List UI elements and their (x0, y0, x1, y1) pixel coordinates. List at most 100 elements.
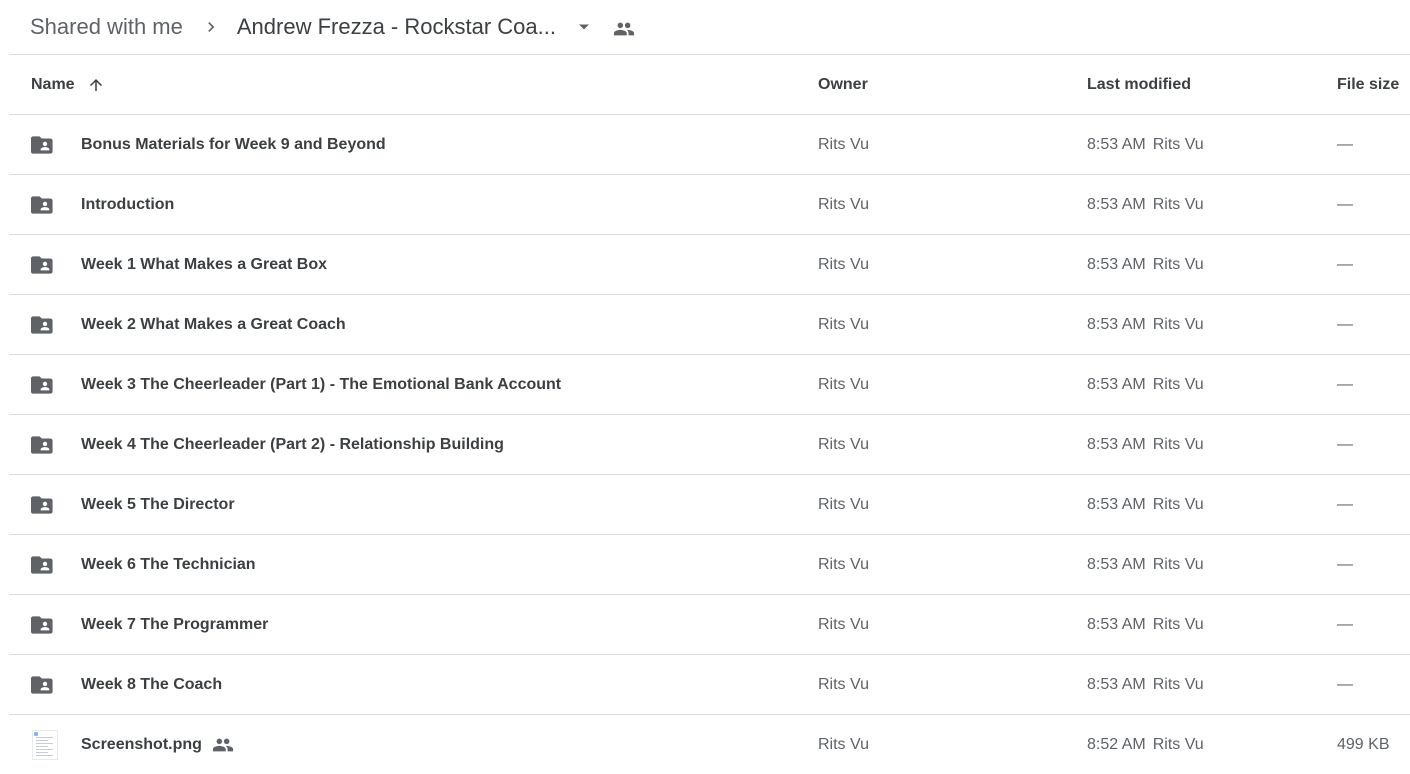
modified-by: Rits Vu (1152, 195, 1204, 213)
file-name: Week 3 The Cheerleader (Part 1) - The Em… (81, 375, 562, 393)
owner-cell: Rits Vu (818, 315, 869, 333)
column-header-last-modified[interactable]: Last modified (1087, 55, 1191, 114)
modified-time: 8:53 AM (1087, 555, 1146, 573)
last-modified-cell: 8:53 AM Rits Vu (1087, 415, 1204, 474)
modified-time: 8:53 AM (1087, 675, 1146, 693)
shared-folder-icon (31, 132, 59, 158)
arrow-drop-down-icon[interactable] (574, 17, 594, 37)
file-size-cell: — (1337, 195, 1353, 213)
modified-time: 8:52 AM (1087, 735, 1146, 753)
modified-time: 8:53 AM (1087, 315, 1146, 333)
file-row[interactable]: Introduction Rits Vu 8:53 AM Rits Vu — (9, 175, 1410, 235)
modified-by: Rits Vu (1152, 615, 1204, 633)
people-icon (612, 17, 636, 41)
column-header-file-size[interactable]: File size (1337, 55, 1399, 114)
file-row[interactable]: Bonus Materials for Week 9 and Beyond Rit… (9, 115, 1410, 175)
file-name-cell: Week 4 The Cheerleader (Part 2) - Relati… (81, 415, 504, 474)
file-row[interactable]: Week 5 The Director Rits Vu 8:53 AM Rits Vu… (9, 475, 1410, 535)
file-name: Screenshot.png (81, 735, 202, 753)
owner-cell: Rits Vu (818, 195, 869, 213)
file-name: Week 4 The Cheerleader (Part 2) - Relati… (81, 435, 504, 453)
drive-file-list-page: Shared with me Andrew Frezza - Rockstar … (0, 0, 1410, 774)
last-modified-cell: 8:53 AM Rits Vu (1087, 595, 1204, 654)
file-name: Introduction (81, 195, 175, 213)
breadcrumb-shared-with-me[interactable]: Shared with me (30, 14, 183, 40)
file-size-cell: — (1337, 375, 1353, 393)
file-row[interactable]: Week 1 What Makes a Great Box Rits Vu 8:53… (9, 235, 1410, 295)
last-modified-cell: 8:53 AM Rits Vu (1087, 655, 1204, 714)
file-name-cell: Week 3 The Cheerleader (Part 1) - The Em… (81, 355, 561, 414)
file-name-cell: Bonus Materials for Week 9 and Beyond (81, 115, 386, 174)
file-name-cell: Week 5 The Director (81, 475, 235, 534)
file-size-cell: — (1337, 435, 1353, 453)
file-row[interactable]: Week 4 The Cheerleader (Part 2) - Relati… (9, 415, 1410, 475)
file-name-cell: Week 8 The Coach (81, 655, 222, 714)
modified-time: 8:53 AM (1087, 195, 1146, 213)
file-list: Bonus Materials for Week 9 and Beyond Rit… (9, 115, 1410, 774)
file-row[interactable]: Week 8 The Coach Rits Vu 8:53 AM Rits Vu — (9, 655, 1410, 715)
file-name: Bonus Materials for Week 9 and Beyond (81, 135, 386, 153)
owner-cell: Rits Vu (818, 495, 869, 513)
file-name: Week 8 The Coach (81, 675, 223, 693)
file-size-cell: — (1337, 315, 1353, 333)
file-size-cell: 499 KB (1337, 735, 1390, 753)
chevron-right-icon (201, 17, 221, 37)
file-size-cell: — (1337, 135, 1353, 153)
shared-folder-icon (31, 612, 59, 638)
file-name: Week 6 The Technician (81, 555, 256, 573)
shared-folder-icon (31, 672, 59, 698)
file-name: Week 2 What Makes a Great Coach (81, 315, 346, 333)
modified-by: Rits Vu (1152, 675, 1204, 693)
column-header-owner[interactable]: Owner (818, 55, 868, 114)
owner-cell: Rits Vu (818, 435, 869, 453)
file-name-cell: Week 2 What Makes a Great Coach (81, 295, 346, 354)
file-size-cell: — (1337, 615, 1353, 633)
modified-by: Rits Vu (1152, 255, 1204, 273)
owner-cell: Rits Vu (818, 615, 869, 633)
last-modified-cell: 8:53 AM Rits Vu (1087, 175, 1204, 234)
last-modified-cell: 8:53 AM Rits Vu (1087, 235, 1204, 294)
shared-folder-icon (31, 252, 59, 278)
file-name-cell: Week 7 The Programmer (81, 595, 268, 654)
modified-by: Rits Vu (1152, 735, 1204, 753)
shared-folder-icon (31, 552, 59, 578)
file-name-cell: Introduction (81, 175, 174, 234)
file-row[interactable]: Screenshot.png Rits Vu 8:52 AM Rits Vu 499 K… (9, 715, 1410, 774)
file-row[interactable]: Week 7 The Programmer Rits Vu 8:53 AM Rits … (9, 595, 1410, 655)
last-modified-cell: 8:53 AM Rits Vu (1087, 115, 1204, 174)
file-row[interactable]: Week 6 The Technician Rits Vu 8:53 AM Rits … (9, 535, 1410, 595)
file-name: Week 1 What Makes a Great Box (81, 255, 328, 273)
owner-cell: Rits Vu (818, 255, 869, 273)
people-icon (212, 734, 234, 756)
modified-time: 8:53 AM (1087, 135, 1146, 153)
owner-cell: Rits Vu (818, 735, 869, 753)
shared-folder-icon (31, 372, 59, 398)
owner-cell: Rits Vu (818, 675, 869, 693)
shared-folder-icon (31, 492, 59, 518)
arrow-upward-icon[interactable] (87, 76, 105, 94)
file-row[interactable]: Week 2 What Makes a Great Coach Rits Vu 8:… (9, 295, 1410, 355)
file-size-cell: — (1337, 255, 1353, 273)
last-modified-cell: 8:52 AM Rits Vu (1087, 715, 1204, 774)
last-modified-cell: 8:53 AM Rits Vu (1087, 355, 1204, 414)
modified-by: Rits Vu (1152, 375, 1204, 393)
shared-folder-icon (31, 192, 59, 218)
image-thumbnail-icon (31, 730, 59, 760)
modified-time: 8:53 AM (1087, 495, 1146, 513)
shared-folder-icon (31, 432, 59, 458)
shared-folder-icon (31, 312, 59, 338)
modified-time: 8:53 AM (1087, 375, 1146, 393)
breadcrumb-current-folder[interactable]: Andrew Frezza - Rockstar Coa... (237, 14, 556, 40)
file-name: Week 7 The Programmer (81, 615, 269, 633)
file-size-cell: — (1337, 675, 1353, 693)
file-size-cell: — (1337, 555, 1353, 573)
modified-time: 8:53 AM (1087, 615, 1146, 633)
column-header-name[interactable]: Name (31, 55, 105, 114)
column-header-name-label: Name (31, 75, 75, 93)
breadcrumb: Shared with me Andrew Frezza - Rockstar … (30, 0, 636, 54)
file-row[interactable]: Week 3 The Cheerleader (Part 1) - The Em… (9, 355, 1410, 415)
last-modified-cell: 8:53 AM Rits Vu (1087, 475, 1204, 534)
modified-time: 8:53 AM (1087, 435, 1146, 453)
column-header-row: Name Owner Last modified File size (9, 55, 1410, 115)
file-name: Week 5 The Director (81, 495, 235, 513)
